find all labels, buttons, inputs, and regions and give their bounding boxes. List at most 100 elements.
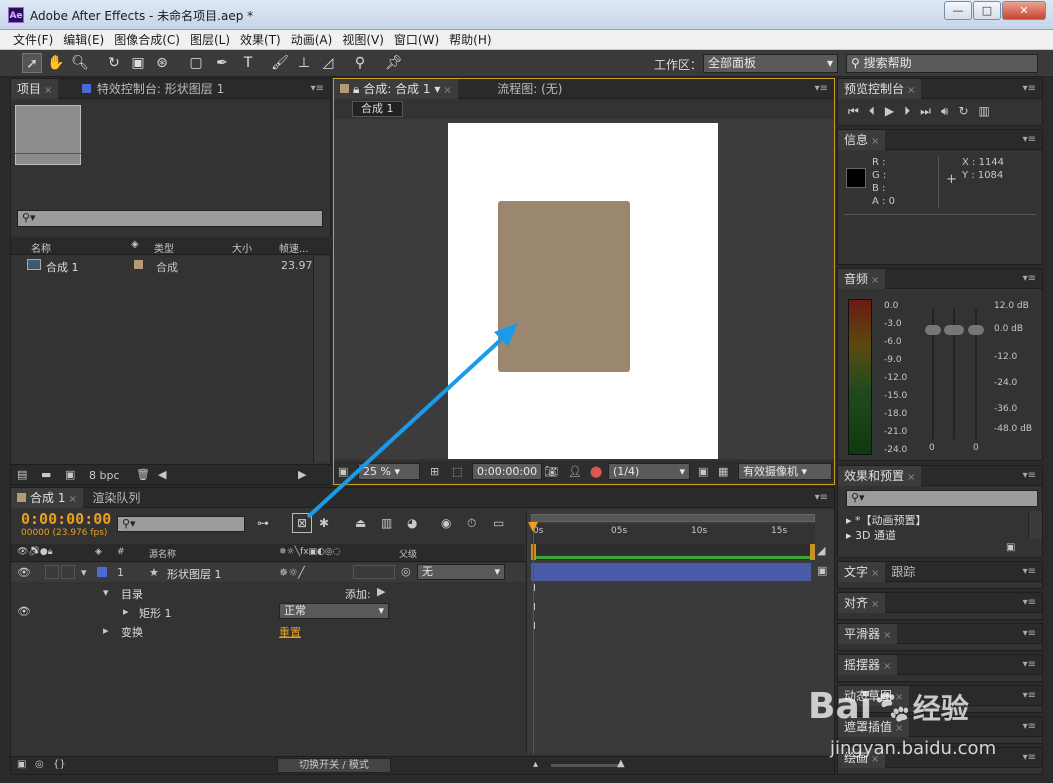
resolution-select[interactable]: (1/4) ▾: [608, 463, 690, 480]
new-folder-icon[interactable]: ▬: [41, 468, 51, 481]
zoom-in-icon[interactable]: ▲: [617, 758, 625, 769]
transparency-grid-icon[interactable]: ▦: [718, 465, 728, 478]
toggle-switches-modes-button[interactable]: 切换开关 / 模式: [277, 758, 391, 773]
last-frame-icon[interactable]: ⏭: [920, 104, 941, 118]
menu-layer[interactable]: 图层(L): [185, 30, 235, 50]
rectangle-row[interactable]: 👁︎ ▸ 矩形 1 正常 ▾: [11, 602, 525, 621]
first-frame-icon[interactable]: ⏮: [848, 104, 869, 118]
tab-composition[interactable]: 🔒︎ 合成: 合成 1 ▾ ×: [334, 79, 458, 99]
menu-effect[interactable]: 效果(T): [235, 30, 286, 50]
pan-behind-tool-icon[interactable]: ⊛: [152, 53, 172, 73]
safe-zones-icon[interactable]: ⊞: [430, 465, 439, 478]
tab-info[interactable]: 信息 ×: [838, 130, 886, 150]
menu-window[interactable]: 窗口(W): [389, 30, 444, 50]
panel-menu-icon[interactable]: ▾≡: [1023, 628, 1036, 639]
time-navigator[interactable]: [531, 514, 815, 522]
timeline-graph[interactable]: 0s 05s 10s 15s I I I ◢ ▣: [526, 510, 834, 754]
col-type[interactable]: 类型: [154, 240, 174, 255]
mask-toggle-icon[interactable]: ⬚: [452, 465, 462, 478]
col-size[interactable]: 大小: [232, 240, 252, 255]
menu-animation[interactable]: 动画(A): [286, 30, 338, 50]
puppet-tool-icon[interactable]: 📌︎: [384, 53, 404, 73]
trash-icon[interactable]: 🗑︎: [136, 468, 150, 481]
timeline-side-icon[interactable]: ▣: [817, 564, 827, 577]
layer-name[interactable]: 形状图层 1: [167, 566, 222, 582]
eye-icon[interactable]: 👁︎: [17, 605, 31, 618]
interpret-footage-icon[interactable]: ▤: [17, 468, 27, 481]
project-search-input[interactable]: ⚲▾: [17, 210, 323, 227]
col-source-name[interactable]: 源名称: [149, 547, 176, 560]
expand-transfer-controls-icon[interactable]: ◎: [35, 759, 44, 770]
list-item[interactable]: ▸ *【动画预置】: [846, 513, 927, 528]
comp-breadcrumb[interactable]: 合成 1: [352, 101, 403, 117]
menu-help[interactable]: 帮助(H): [444, 30, 496, 50]
play-icon[interactable]: ▶: [885, 104, 904, 118]
timeline-search-input[interactable]: ⚲▾: [117, 516, 245, 532]
brush-tool-icon[interactable]: 🖌︎: [270, 53, 290, 73]
col-parent[interactable]: 父级: [399, 547, 417, 560]
text-tool-icon[interactable]: T: [238, 53, 258, 73]
label-tag-icon[interactable]: ◈: [95, 547, 102, 557]
comp-viewer[interactable]: [334, 119, 834, 459]
tab-flowchart[interactable]: 流程图: (无): [491, 79, 568, 99]
motion-blur-icon[interactable]: ◕: [407, 516, 417, 530]
auto-keyframe-icon[interactable]: ⏱: [467, 516, 476, 531]
new-composition-icon[interactable]: ▣: [65, 468, 75, 481]
comp-button-icon[interactable]: ◢: [817, 544, 825, 557]
snapshot-icon[interactable]: 📷︎: [544, 465, 558, 478]
expand-in-out-icon[interactable]: {}: [53, 759, 66, 770]
clone-stamp-tool-icon[interactable]: ⊥: [294, 53, 314, 73]
next-frame-icon[interactable]: ⏵: [904, 104, 920, 118]
table-row[interactable]: 合成 1 合成 23.976: [11, 256, 320, 274]
expand-icon[interactable]: ▸: [103, 624, 109, 637]
lock-toggle[interactable]: [61, 565, 75, 579]
playhead[interactable]: [533, 524, 534, 754]
layer-duration-bar[interactable]: [531, 563, 811, 581]
col-name[interactable]: 名称: [31, 240, 51, 255]
pen-tool-icon[interactable]: ✒: [212, 53, 232, 73]
scroll-right-icon[interactable]: ▶: [298, 468, 306, 481]
zoom-out-icon[interactable]: ▴: [533, 759, 538, 770]
magnification-icon[interactable]: ▣: [338, 465, 348, 478]
shape-rectangle[interactable]: [498, 201, 630, 372]
master-volume-slider[interactable]: [944, 325, 964, 335]
panel-menu-icon[interactable]: ▾≡: [1023, 134, 1036, 145]
prev-frame-icon[interactable]: ⏴: [869, 104, 885, 118]
menu-edit[interactable]: 编辑(E): [58, 30, 109, 50]
tab-wiggler[interactable]: 摇摆器 ×: [838, 655, 898, 675]
list-item[interactable]: ▸ 3D 通道: [846, 528, 927, 543]
av-switches-icon[interactable]: 👁︎🔊︎●🔒︎: [17, 547, 53, 557]
solo-toggle[interactable]: [45, 565, 59, 579]
current-time-field[interactable]: 0:00:00:00: [472, 463, 542, 480]
zoom-select[interactable]: 25 % ▾: [358, 463, 420, 480]
panel-menu-icon[interactable]: ▾≡: [815, 83, 828, 94]
eraser-tool-icon[interactable]: ◿: [318, 53, 338, 73]
hide-shy-layers-icon[interactable]: ⏏: [355, 516, 366, 530]
panel-menu-icon[interactable]: ▾≡: [1023, 752, 1036, 763]
effects-vscrollbar[interactable]: [1028, 511, 1042, 539]
add-label[interactable]: 添加:: [345, 586, 371, 602]
effects-search-input[interactable]: ⚲▾: [846, 490, 1038, 507]
show-snapshot-icon[interactable]: 👤︎: [568, 465, 582, 478]
draft-3d-icon[interactable]: ✱: [319, 516, 329, 530]
frame-blending-icon[interactable]: ▥: [381, 516, 392, 530]
search-help-input[interactable]: ⚲ 搜索帮助: [846, 54, 1038, 73]
rectangle-tool-icon[interactable]: ▢: [186, 53, 206, 73]
tab-preview[interactable]: 预览控制台 ×: [838, 79, 922, 99]
eye-icon[interactable]: 👁︎: [17, 566, 31, 579]
layer-switches-icon[interactable]: ✵☼╲fx▣◐◎◌: [279, 547, 341, 557]
add-menu-icon[interactable]: ▶: [377, 585, 385, 598]
layer-mode-switches[interactable]: [353, 565, 395, 579]
panel-menu-icon[interactable]: ▾≡: [1023, 597, 1036, 608]
expand-icon[interactable]: ▾: [103, 586, 109, 599]
col-fps[interactable]: 帧速...: [279, 240, 309, 255]
menu-file[interactable]: 文件(F): [8, 30, 58, 50]
layer-switch-icons[interactable]: ✵☼╱: [279, 566, 305, 579]
audio-icon[interactable]: 🔊︎: [941, 104, 959, 118]
camera-select[interactable]: 有效摄像机 ▾: [738, 463, 832, 480]
camera-tool-icon[interactable]: ▣: [128, 53, 148, 73]
blend-mode-select[interactable]: 正常 ▾: [279, 603, 389, 619]
contents-row[interactable]: ▾ 目录 添加: ▶: [11, 583, 525, 602]
scroll-left-icon[interactable]: ◀: [158, 468, 166, 481]
project-vscrollbar[interactable]: [313, 256, 330, 462]
